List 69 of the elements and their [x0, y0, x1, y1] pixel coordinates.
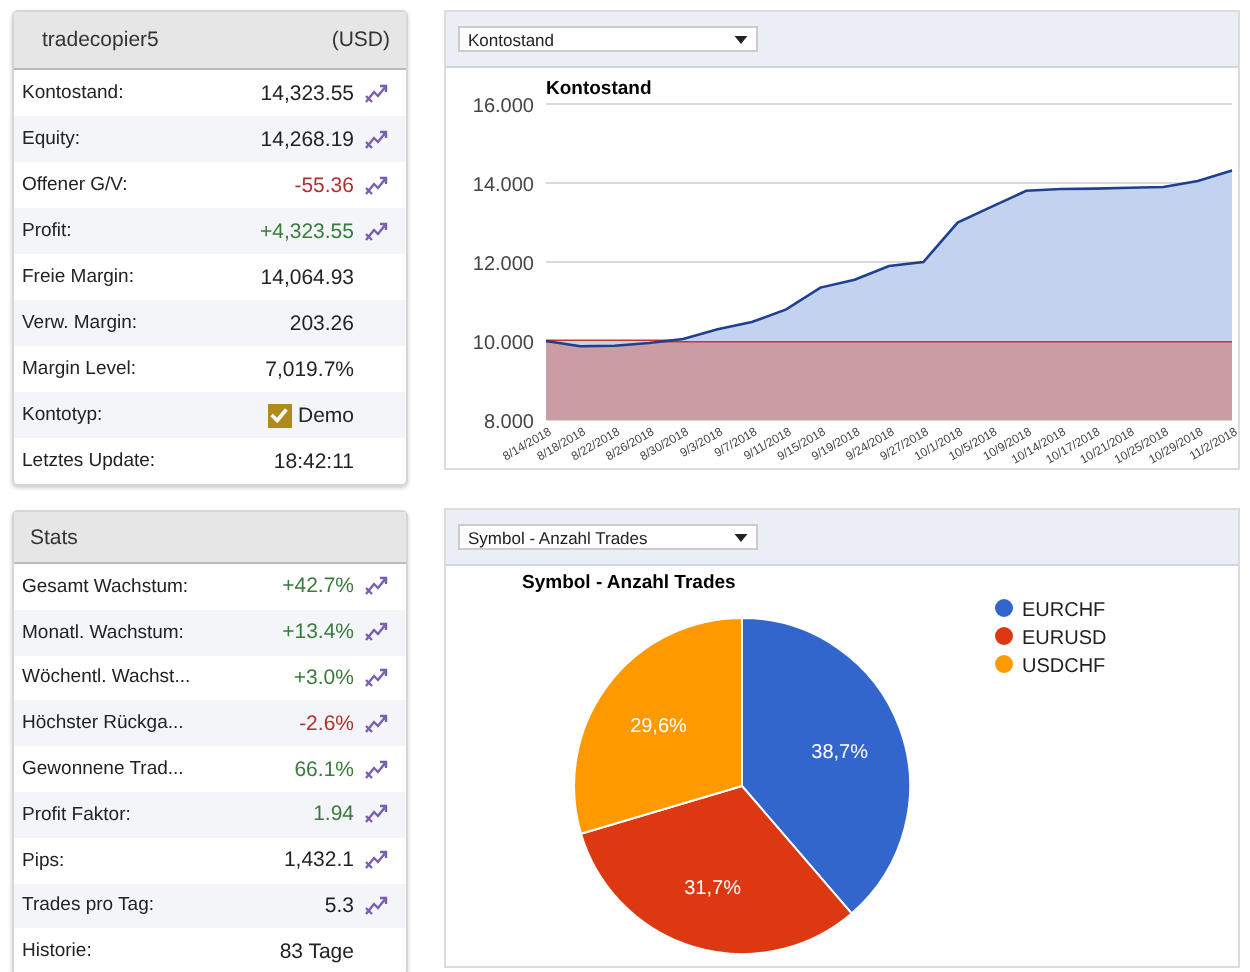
- slice-label: 29,6%: [630, 715, 687, 738]
- legend-label: USDCHF: [1022, 656, 1106, 678]
- y-tick-label: 14.000: [472, 175, 534, 197]
- row-value: -2.6%: [299, 711, 354, 736]
- row-value: +4,323.55: [259, 219, 354, 243]
- y-tick-label: 16.000: [472, 96, 534, 118]
- row-value: -55.36: [294, 173, 354, 197]
- y-tick-label: 12.000: [472, 254, 534, 276]
- chart-icon[interactable]: [364, 576, 388, 597]
- chart-icon[interactable]: [364, 667, 388, 688]
- row-value: 1.94: [313, 802, 354, 827]
- chart-icon[interactable]: [364, 804, 388, 825]
- legend-label: EURUSD: [1022, 628, 1107, 650]
- stats-title: Stats: [30, 525, 78, 549]
- row-value: 14,268.19: [260, 127, 354, 151]
- row-value: 14,064.93: [260, 265, 354, 289]
- chart-icon[interactable]: [364, 175, 388, 195]
- slice-label: 38,7%: [811, 741, 868, 764]
- row-label: Kontotyp:: [22, 404, 103, 426]
- row-value: 83 Tage: [279, 939, 354, 964]
- checkbox[interactable]: [267, 403, 292, 427]
- row-value: 5.3: [324, 893, 354, 918]
- chart-icon[interactable]: [364, 713, 388, 734]
- chart-dropdown[interactable]: Kontostand: [458, 26, 758, 52]
- row-value: 203.26: [289, 311, 354, 335]
- chart-icon[interactable]: [364, 129, 388, 149]
- row-label: Kontostand:: [22, 82, 124, 104]
- row-value: 14,323.55: [260, 81, 354, 105]
- legend-label: EURCHF: [1022, 600, 1106, 622]
- row-value: +3.0%: [293, 665, 354, 690]
- row-label: Profit:: [22, 220, 72, 242]
- row-value: 18:42:11: [273, 449, 354, 473]
- row-label: Gesamt Wachstum:: [22, 575, 189, 598]
- row-label: Pips:: [22, 849, 65, 872]
- row-label: Wöchentl. Wachst...: [22, 666, 191, 689]
- row-label: Gewonnene Trad...: [22, 758, 184, 781]
- chart-title: Symbol - Anzahl Trades: [522, 572, 736, 594]
- row-label: Equity:: [22, 128, 81, 150]
- row-value: 66.1%: [294, 757, 354, 782]
- row-label: Höchster Rückga...: [22, 712, 184, 735]
- row-value: 1,432.1: [283, 848, 354, 873]
- row-value: +42.7%: [282, 574, 354, 599]
- row-label: Letztes Update:: [22, 450, 156, 472]
- chart-icon[interactable]: [364, 759, 388, 780]
- slice-label: 31,7%: [684, 877, 741, 900]
- row-label: Offener G/V:: [22, 174, 128, 196]
- row-label: Trades pro Tag:: [22, 894, 155, 917]
- chart-icon[interactable]: [364, 622, 388, 643]
- y-tick-label: 10.000: [472, 333, 534, 355]
- chart-icon[interactable]: [364, 895, 388, 916]
- row-label: Verw. Margin:: [22, 312, 138, 334]
- row-label: Historie:: [22, 940, 92, 963]
- account-type-label: Demo: [297, 403, 354, 427]
- caret-icon: [734, 533, 748, 541]
- row-value: +13.4%: [282, 620, 354, 645]
- caret-icon: [734, 35, 748, 43]
- row-label: Freie Margin:: [22, 266, 134, 288]
- y-tick-label: 8.000: [483, 412, 534, 434]
- row-label: Monatl. Wachstum:: [22, 621, 184, 644]
- chart-title: Kontostand: [546, 78, 652, 100]
- chart-dropdown[interactable]: Symbol - Anzahl Trades: [458, 524, 758, 550]
- currency-label: (USD): [331, 28, 390, 52]
- chart-icon[interactable]: [364, 83, 388, 103]
- row-value: 7,019.7%: [265, 357, 354, 381]
- row-label: Margin Level:: [22, 358, 137, 380]
- row-label: Profit Faktor:: [22, 803, 131, 826]
- chart-icon[interactable]: [364, 221, 388, 241]
- account-name: tradecopier5: [42, 28, 159, 52]
- chart-icon[interactable]: [364, 850, 388, 871]
